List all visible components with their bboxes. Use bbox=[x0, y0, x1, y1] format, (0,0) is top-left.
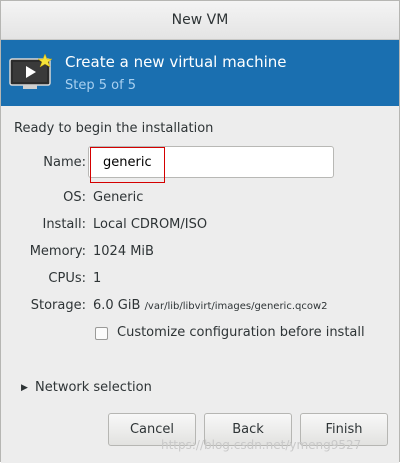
storage-label: Storage: bbox=[30, 298, 86, 313]
os-label: OS: bbox=[63, 190, 86, 205]
storage-path: /var/lib/libvirt/images/generic.qcow2 bbox=[144, 301, 328, 312]
monitor-play-icon bbox=[9, 54, 53, 89]
name-field-value: generic bbox=[103, 155, 152, 170]
wizard-banner: Create a new virtual machine Step 5 of 5 bbox=[1, 40, 399, 106]
install-label: Install: bbox=[42, 217, 86, 232]
customize-checkbox-label[interactable]: Customize configuration before install bbox=[117, 325, 365, 340]
new-vm-dialog: New VM Create a new virtual machine Step… bbox=[0, 0, 400, 463]
watermark-text: https://blog.csdn.net/ymeng9527 bbox=[161, 438, 362, 452]
install-value: Local CDROM/ISO bbox=[93, 217, 208, 232]
network-selection-expander[interactable]: Network selection bbox=[35, 380, 152, 395]
memory-value: 1024 MiB bbox=[93, 244, 154, 259]
os-value: Generic bbox=[93, 190, 144, 205]
expander-arrow-icon[interactable]: ▶ bbox=[21, 383, 28, 393]
storage-value: 6.0 GiB /var/lib/libvirt/images/generic.… bbox=[93, 298, 328, 313]
step-indicator: Step 5 of 5 bbox=[65, 78, 137, 93]
storage-size: 6.0 GiB bbox=[93, 298, 141, 313]
banner-title: Create a new virtual machine bbox=[65, 53, 287, 71]
title-bar[interactable]: New VM bbox=[1, 1, 399, 40]
summary-panel: Ready to begin the installation Name: ge… bbox=[1, 107, 399, 463]
cpus-value: 1 bbox=[93, 271, 102, 286]
window-title: New VM bbox=[171, 12, 229, 28]
cpus-label: CPUs: bbox=[48, 271, 86, 286]
ready-heading: Ready to begin the installation bbox=[14, 121, 214, 136]
name-label: Name: bbox=[43, 155, 86, 170]
memory-label: Memory: bbox=[29, 244, 86, 259]
customize-checkbox[interactable] bbox=[95, 327, 108, 340]
